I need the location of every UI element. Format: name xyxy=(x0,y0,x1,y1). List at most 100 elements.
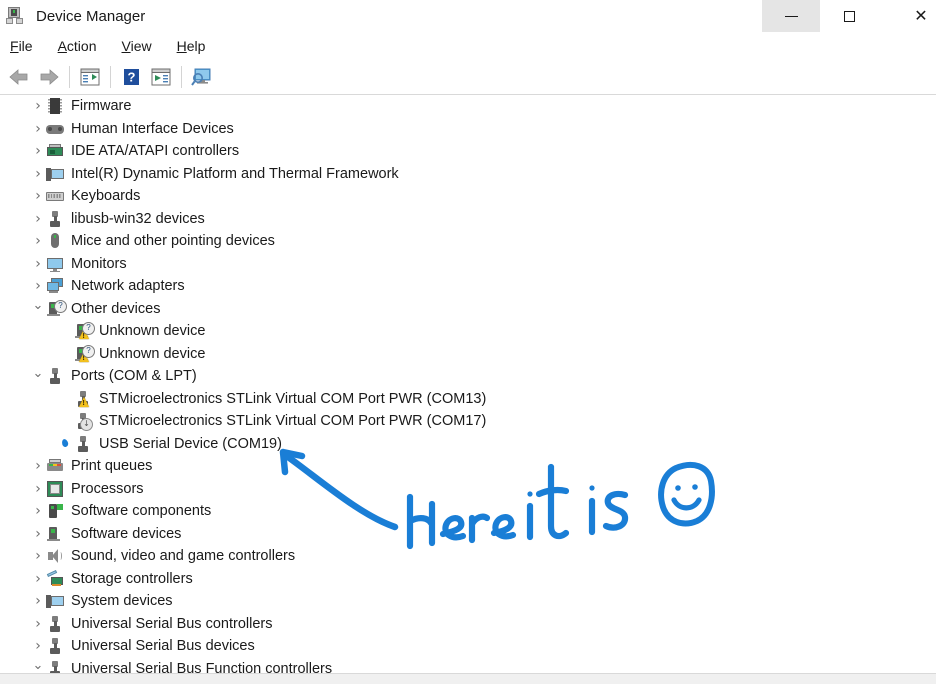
usb-plug-icon xyxy=(46,615,64,633)
system-device-icon xyxy=(46,165,64,183)
tree-row[interactable]: › Network adapters xyxy=(0,275,936,298)
help-button[interactable]: ? xyxy=(116,63,146,91)
chevron-right-icon[interactable]: › xyxy=(30,278,46,294)
tree-row[interactable]: › Universal Serial Bus devices xyxy=(0,635,936,658)
tree-row[interactable]: USB Serial Device (COM19) xyxy=(0,433,936,456)
tree-row[interactable]: › Sound, video and game controllers xyxy=(0,545,936,568)
chevron-right-icon[interactable]: › xyxy=(30,143,46,159)
chevron-right-icon[interactable]: › xyxy=(30,166,46,182)
tree-row[interactable]: ⌄? Other devices xyxy=(0,298,936,321)
tree-row-label: Ports (COM & LPT) xyxy=(71,368,197,384)
device-tree[interactable]: › Firmware › Human Interface Devices › IDE AT… xyxy=(0,95,936,673)
tree-row[interactable]: ⌄ Ports (COM & LPT) xyxy=(0,365,936,388)
tree-row[interactable]: › Software devices xyxy=(0,523,936,546)
properties-button[interactable] xyxy=(75,63,105,91)
tree-row-label: Unknown device xyxy=(99,323,206,339)
warning-badge-icon xyxy=(79,396,89,407)
tree-row[interactable]: ? Unknown device xyxy=(0,343,936,366)
tree-row-label: Keyboards xyxy=(71,188,141,204)
tree-row[interactable]: › IDE ATA/ATAPI controllers xyxy=(0,140,936,163)
tree-row[interactable]: › Processors xyxy=(0,478,936,501)
tree-row-label: Print queues xyxy=(71,458,153,474)
chevron-right-icon[interactable]: › xyxy=(30,503,46,519)
chevron-right-icon[interactable]: › xyxy=(30,526,46,542)
chevron-right-icon[interactable]: › xyxy=(30,571,46,587)
chevron-right-icon[interactable]: › xyxy=(30,188,46,204)
device-manager-icon xyxy=(5,5,27,27)
tree-row[interactable]: › Universal Serial Bus controllers xyxy=(0,613,936,636)
tree-row[interactable]: › Keyboards xyxy=(0,185,936,208)
tree-row-label: USB Serial Device (COM19) xyxy=(99,435,282,452)
tree-row-label: STMicroelectronics STLink Virtual COM Po… xyxy=(99,390,487,407)
chevron-down-icon[interactable]: ⌄ xyxy=(30,298,46,313)
maximize-button[interactable] xyxy=(820,0,878,32)
tree-row-label: libusb-win32 devices xyxy=(71,210,205,227)
printer-icon xyxy=(46,457,64,475)
minimize-icon xyxy=(784,15,798,17)
chevron-right-icon[interactable]: › xyxy=(30,593,46,609)
close-icon: ✕ xyxy=(914,6,928,25)
keyboard-icon xyxy=(46,187,64,205)
forward-button[interactable] xyxy=(34,63,64,91)
scan-hardware-button[interactable] xyxy=(187,63,217,91)
tree-row[interactable]: › libusb-win32 devices xyxy=(0,208,936,231)
tree-row[interactable]: ⌄ Universal Serial Bus Function controlle… xyxy=(0,658,936,673)
software-component-icon xyxy=(46,502,64,520)
chevron-right-icon[interactable]: › xyxy=(30,121,46,137)
mouse-icon xyxy=(46,232,64,250)
tree-row[interactable]: › Print queues xyxy=(0,455,936,478)
disabled-badge-icon: ↓ xyxy=(80,418,93,432)
chevron-down-icon[interactable]: ⌄ xyxy=(30,366,46,381)
tree-row-label: Unknown device xyxy=(99,345,206,362)
chevron-down-icon[interactable]: ⌄ xyxy=(30,658,46,673)
tree-row[interactable]: › Mice and other pointing devices xyxy=(0,230,936,253)
question-mark-icon: ? xyxy=(123,68,139,85)
menu-item-file[interactable]: File xyxy=(8,36,45,56)
tree-row-label: Universal Serial Bus controllers xyxy=(71,615,273,632)
tree-row[interactable]: › Firmware xyxy=(0,95,936,118)
usb-plug-icon xyxy=(46,210,64,228)
monitor-icon xyxy=(46,255,64,273)
tree-row[interactable]: STMicroelectronics STLink Virtual COM Po… xyxy=(0,388,936,411)
menu-bar: File Action View Help xyxy=(0,32,936,59)
serial-port-icon xyxy=(74,390,92,408)
menu-item-help[interactable]: Help xyxy=(175,36,218,56)
chevron-right-icon[interactable]: › xyxy=(30,458,46,474)
tree-row[interactable]: › Intel(R) Dynamic Platform and Thermal F… xyxy=(0,163,936,186)
tree-row-label: Software components xyxy=(71,503,212,519)
back-arrow-icon xyxy=(9,68,28,85)
firmware-chip-icon xyxy=(46,97,64,115)
chevron-right-icon[interactable]: › xyxy=(30,98,46,114)
update-driver-button[interactable] xyxy=(146,63,176,91)
serial-port-icon xyxy=(74,435,92,453)
tree-row[interactable]: › System devices xyxy=(0,590,936,613)
tree-row[interactable]: › Monitors xyxy=(0,253,936,276)
title-bar: Device Manager ✕ xyxy=(0,0,936,32)
tree-row[interactable]: › Human Interface Devices xyxy=(0,118,936,141)
back-button[interactable] xyxy=(4,63,34,91)
chevron-right-icon[interactable]: › xyxy=(30,548,46,564)
tree-row[interactable]: › Storage controllers xyxy=(0,568,936,591)
chevron-right-icon[interactable]: › xyxy=(30,616,46,632)
window-title: Device Manager xyxy=(36,7,146,25)
menu-item-view[interactable]: View xyxy=(120,36,164,56)
tree-row-label: Processors xyxy=(71,480,144,497)
tree-row[interactable]: › Software components xyxy=(0,500,936,523)
tree-row[interactable]: ↓ STMicroelectronics STLink Virtual COM P… xyxy=(0,410,936,433)
menu-item-action[interactable]: Action xyxy=(56,36,109,56)
minimize-button[interactable] xyxy=(762,0,820,32)
software-device-icon xyxy=(46,525,64,543)
serial-port-icon xyxy=(46,367,64,385)
chevron-right-icon[interactable]: › xyxy=(30,233,46,249)
tree-row[interactable]: ? Unknown device xyxy=(0,320,936,343)
toolbar-separator xyxy=(181,65,182,88)
chevron-right-icon[interactable]: › xyxy=(30,481,46,497)
tree-row-label: Sound, video and game controllers xyxy=(71,548,296,564)
chevron-right-icon[interactable]: › xyxy=(30,638,46,654)
chevron-right-icon[interactable]: › xyxy=(30,211,46,227)
close-button[interactable]: ✕ xyxy=(878,0,936,32)
chevron-right-icon[interactable]: › xyxy=(30,256,46,272)
